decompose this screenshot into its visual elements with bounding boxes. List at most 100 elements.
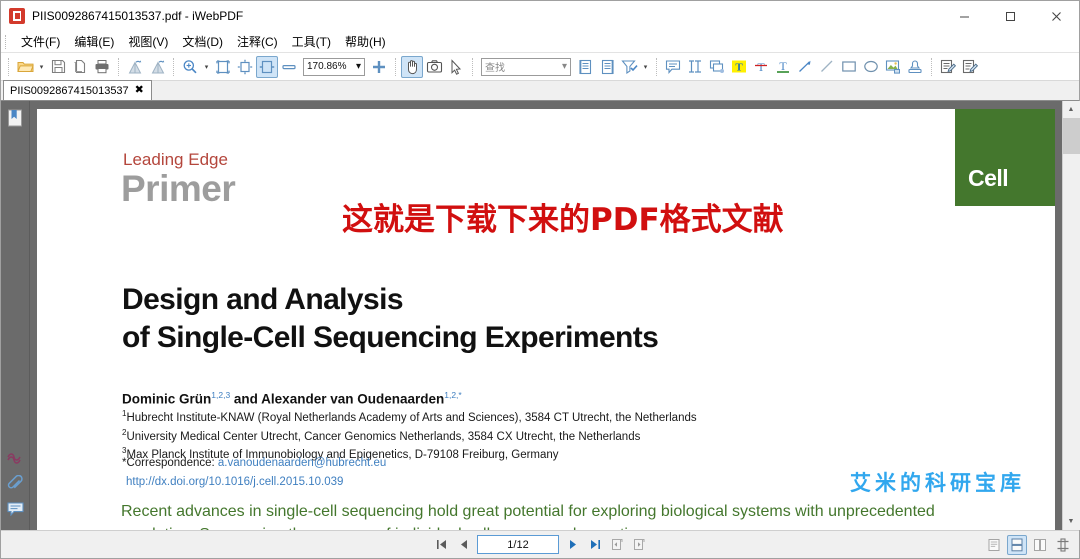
- open-folder-icon[interactable]: [14, 56, 36, 78]
- vertical-scrollbar[interactable]: ▲ ▼: [1062, 101, 1079, 530]
- comment-panel-icon[interactable]: [4, 498, 26, 520]
- zoom-in-plus-icon[interactable]: [368, 56, 390, 78]
- fit-width-icon[interactable]: [256, 56, 278, 78]
- select-tool-icon[interactable]: [445, 56, 467, 78]
- menu-file[interactable]: 文件(F): [14, 31, 67, 52]
- text-edit-icon[interactable]: [684, 56, 706, 78]
- open-dropdown-caret-icon[interactable]: ▾: [36, 56, 47, 78]
- doi-link[interactable]: http://dx.doi.org/10.1016/j.cell.2015.10…: [126, 474, 386, 491]
- zoom-level-combobox[interactable]: 170.86% ▾: [303, 58, 365, 76]
- strikethrough-icon[interactable]: T: [750, 56, 772, 78]
- save-icon[interactable]: [47, 56, 69, 78]
- journal-logo: Cell: [955, 109, 1055, 206]
- document-tab-label: PIIS0092867415013537: [10, 85, 129, 97]
- menu-tools[interactable]: 工具(T): [285, 31, 338, 52]
- two-page-continuous-view-button[interactable]: [1053, 535, 1073, 555]
- menu-edit[interactable]: 编辑(E): [67, 31, 121, 52]
- stamp-note-icon[interactable]: [706, 56, 728, 78]
- form-edit-icon[interactable]: [959, 56, 981, 78]
- zoom-out-icon[interactable]: [278, 56, 300, 78]
- svg-text:T: T: [757, 60, 765, 74]
- title-bar: PIIS0092867415013537.pdf - iWebPDF: [1, 1, 1079, 31]
- actual-size-icon[interactable]: [212, 56, 234, 78]
- continuous-view-button[interactable]: [1007, 535, 1027, 555]
- close-button[interactable]: [1033, 1, 1079, 31]
- page-indicator-value: 1/12: [507, 539, 528, 551]
- arrow-icon[interactable]: [794, 56, 816, 78]
- signature-panel-icon[interactable]: [4, 446, 26, 468]
- author-first-affil-marker: 1,2,3: [211, 390, 230, 400]
- hand-tool-icon[interactable]: [401, 56, 423, 78]
- author-second-affil-marker: 1,2,*: [444, 390, 462, 400]
- prev-view-button[interactable]: [608, 536, 625, 554]
- correspondence-email-link[interactable]: a.vanoudenaarden@hubrecht.eu: [218, 457, 386, 469]
- rotate-left-icon[interactable]: [124, 56, 146, 78]
- menu-document[interactable]: 文档(D): [175, 31, 230, 52]
- author-conjunction: and Alexander van Oudenaarden: [230, 392, 444, 407]
- next-page-button[interactable]: [564, 536, 581, 554]
- chevron-down-icon[interactable]: ▾: [562, 61, 567, 72]
- menu-grip[interactable]: [5, 35, 11, 49]
- scroll-down-icon[interactable]: ▼: [1063, 513, 1080, 530]
- edit-content-icon[interactable]: [937, 56, 959, 78]
- find-input[interactable]: 查找 ▾: [481, 58, 571, 76]
- red-annotation-text: 这就是下载下来的PDF格式文献: [342, 194, 784, 239]
- fit-page-icon[interactable]: [234, 56, 256, 78]
- attachment-panel-icon[interactable]: [4, 472, 26, 494]
- bookmark-panel-icon[interactable]: [4, 107, 26, 129]
- window-title: PIIS0092867415013537.pdf - iWebPDF: [32, 9, 243, 23]
- menu-bar: 文件(F) 编辑(E) 视图(V) 文档(D) 注释(C) 工具(T) 帮助(H…: [1, 31, 1079, 53]
- iwebpdf-window: PIIS0092867415013537.pdf - iWebPDF 文件(F)…: [0, 0, 1080, 559]
- vertical-scroll-thumb[interactable]: [1063, 118, 1080, 154]
- view-mode-group: [984, 535, 1073, 555]
- maximize-button[interactable]: [987, 1, 1033, 31]
- snapshot-icon[interactable]: [423, 56, 445, 78]
- affiliation-text: University Medical Center Utrecht, Cance…: [126, 431, 640, 443]
- extract-page-icon[interactable]: [596, 56, 618, 78]
- underline-icon[interactable]: T: [772, 56, 794, 78]
- title-line-2: of Single-Cell Sequencing Experiments: [122, 319, 658, 357]
- print-icon[interactable]: [91, 56, 113, 78]
- vertical-scroll-track[interactable]: [1063, 118, 1080, 513]
- last-page-button[interactable]: [586, 536, 603, 554]
- stamp-icon[interactable]: [904, 56, 926, 78]
- two-page-view-button[interactable]: [1030, 535, 1050, 555]
- zoom-level-value: 170.86%: [307, 61, 346, 72]
- save-as-icon[interactable]: [69, 56, 91, 78]
- minimize-button[interactable]: [941, 1, 987, 31]
- correspondence-label: *Correspondence:: [122, 457, 215, 469]
- chevron-down-icon[interactable]: ▾: [356, 61, 361, 72]
- svg-text:T: T: [779, 59, 787, 73]
- filter-icon[interactable]: [618, 56, 640, 78]
- document-tab[interactable]: PIIS0092867415013537 ✖: [3, 80, 152, 100]
- title-line-1: Design and Analysis: [122, 281, 658, 319]
- next-view-button[interactable]: [630, 536, 647, 554]
- rectangle-icon[interactable]: [838, 56, 860, 78]
- toolbar-separator: [8, 58, 9, 76]
- first-page-button[interactable]: [433, 536, 450, 554]
- single-page-view-button[interactable]: [984, 535, 1004, 555]
- document-viewport[interactable]: Cell Leading Edge Primer 这就是下载下来的PDF格式文献…: [30, 101, 1062, 530]
- scroll-up-icon[interactable]: ▲: [1063, 101, 1080, 118]
- menu-view[interactable]: 视图(V): [121, 31, 175, 52]
- ellipse-icon[interactable]: [860, 56, 882, 78]
- filter-dropdown-caret-icon[interactable]: ▾: [640, 56, 651, 78]
- previous-page-button[interactable]: [455, 536, 472, 554]
- image-annotation-icon[interactable]: [882, 56, 904, 78]
- page-number-input[interactable]: 1/12: [477, 535, 559, 554]
- zoom-in-icon[interactable]: [179, 56, 201, 78]
- affiliation-text: Hubrecht Institute-KNAW (Royal Netherlan…: [126, 412, 696, 424]
- rotate-right-icon[interactable]: [146, 56, 168, 78]
- line-icon[interactable]: [816, 56, 838, 78]
- main-toolbar: ▾ ▾: [1, 53, 1079, 81]
- menu-help[interactable]: 帮助(H): [338, 31, 393, 52]
- close-icon[interactable]: ✖: [135, 85, 144, 96]
- menu-comment[interactable]: 注释(C): [230, 31, 285, 52]
- insert-page-icon[interactable]: [574, 56, 596, 78]
- page-title: Design and Analysis of Single-Cell Seque…: [122, 281, 658, 358]
- status-bar: 1/12: [1, 530, 1079, 558]
- document-tab-strip: PIIS0092867415013537 ✖: [1, 81, 1079, 101]
- zoom-dropdown-caret-icon[interactable]: ▾: [201, 56, 212, 78]
- sticky-note-icon[interactable]: [662, 56, 684, 78]
- highlight-text-icon[interactable]: T: [728, 56, 750, 78]
